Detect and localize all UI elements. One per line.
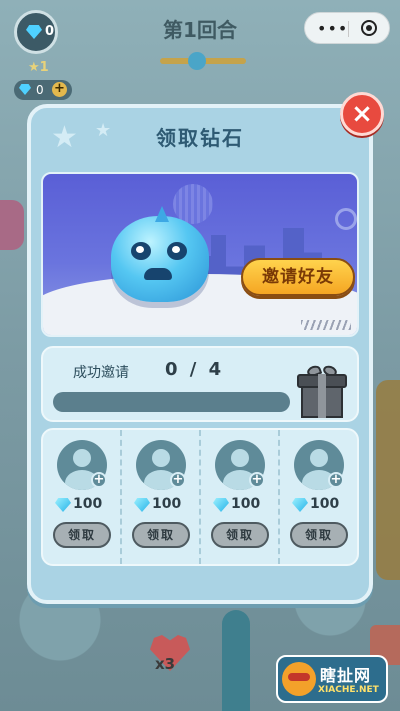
reward-amount: 100 [310, 496, 340, 512]
gift-box-icon[interactable] [297, 363, 347, 420]
reward-amount: 100 [73, 496, 103, 512]
watermark-domain: XIACHE.NET [318, 685, 379, 695]
invite-banner: 邀请好友 [41, 172, 359, 337]
side-character-right [376, 380, 400, 580]
reward-slot-1: + 100 领取 [43, 430, 120, 564]
hatch-decoration [301, 320, 351, 330]
slime-horn [155, 206, 169, 222]
diamond-icon [19, 84, 31, 95]
reward-amount: 100 [152, 496, 182, 512]
add-gems-button[interactable]: + [52, 82, 67, 97]
diamond-icon [134, 498, 150, 512]
add-friend-icon: + [249, 472, 265, 488]
avatar-head [152, 449, 170, 467]
site-watermark: 瞎扯网 XIACHE.NET [276, 655, 388, 703]
ring-decoration [335, 208, 357, 230]
invite-friends-button[interactable]: 邀请好友 [241, 258, 355, 296]
lives-multiplier: x3 [155, 655, 176, 673]
mini-program-capsule: ••• [304, 12, 390, 44]
claim-diamonds-dialog: ★ ★ 领取钻石 邀请好友 成功邀请 0 / 4 + 100 领取 + 100 … [27, 104, 373, 604]
gift-ribbon [318, 374, 326, 418]
invite-progress-label: 成功邀请 [73, 365, 129, 381]
side-character-left [0, 200, 24, 250]
add-friend-icon: + [170, 472, 186, 488]
diamond-icon [55, 498, 71, 512]
slime-right-eye [167, 242, 187, 260]
diamond-icon [292, 498, 308, 512]
claim-button[interactable]: 领取 [211, 522, 269, 548]
reward-slot-3: + 100 领取 [199, 430, 278, 564]
claim-button[interactable]: 领取 [132, 522, 190, 548]
slime-mouth [144, 268, 172, 280]
avatar-head [73, 449, 91, 467]
reward-slot-2: + 100 领取 [120, 430, 199, 564]
add-friend-icon: + [328, 472, 344, 488]
invite-progress-bar [53, 392, 290, 412]
round-progress-track [160, 52, 246, 70]
gem-balance-value: 0 [36, 83, 44, 97]
sunglasses-face-icon [282, 662, 316, 696]
reward-slot-4: + 100 领取 [278, 430, 357, 564]
close-program-button[interactable] [361, 20, 377, 36]
add-friend-icon: + [91, 472, 107, 488]
capsule-divider [348, 21, 349, 37]
invite-progress-panel: 成功邀请 0 / 4 [41, 346, 359, 422]
reward-amount: 100 [231, 496, 261, 512]
slime-left-eye [131, 242, 151, 260]
watermark-name: 瞎扯网 [320, 666, 372, 685]
claim-button[interactable]: 领取 [53, 522, 111, 548]
invite-progress-count: 0 / 4 [165, 359, 225, 380]
player-level: ★1 [28, 60, 49, 75]
board-path [222, 610, 250, 711]
player-level-value: 1 [39, 60, 49, 75]
avatar-head [231, 449, 249, 467]
claim-button[interactable]: 领取 [290, 522, 348, 548]
more-menu-button[interactable]: ••• [317, 19, 348, 38]
gem-balance-bar: 0 + [14, 80, 72, 100]
avatar-head [310, 449, 328, 467]
dialog-title: 领取钻石 [156, 126, 244, 150]
close-dialog-button[interactable]: × [340, 92, 384, 136]
diamond-icon [213, 498, 229, 512]
crying-slime-mascot [111, 206, 209, 302]
close-icon: × [351, 99, 373, 129]
invite-rewards-panel: + 100 领取 + 100 领取 + 100 领取 + 100 领取 [41, 428, 359, 566]
